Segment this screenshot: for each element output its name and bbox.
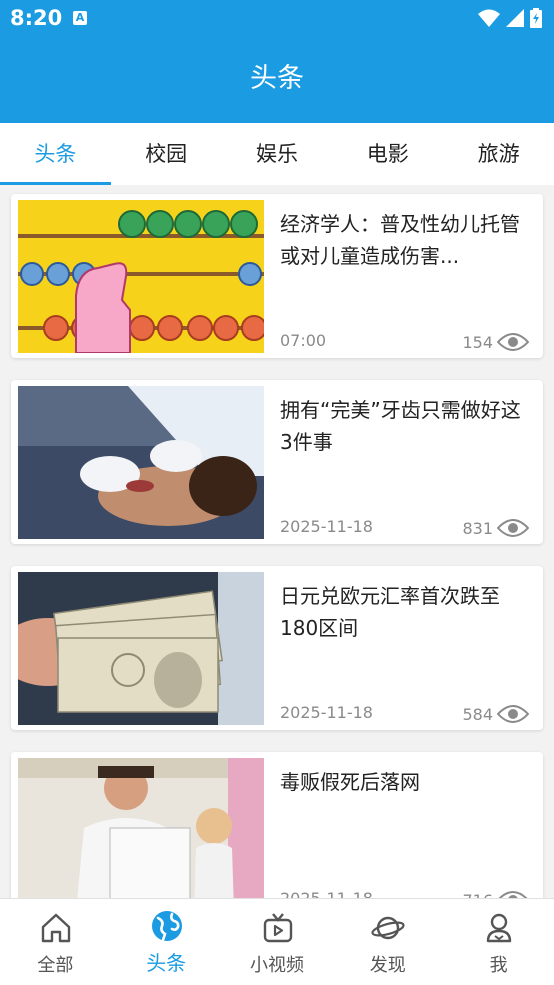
article-date: 2025-11-18: [280, 703, 373, 722]
article-title: 经济学人：普及性幼儿托管或对儿童造成伤害...: [280, 212, 520, 268]
article-thumbnail: [18, 200, 264, 353]
category-tabs: 头条 校园 娱乐 电影 旅游: [0, 123, 554, 185]
status-bar: 8:20 A: [0, 0, 554, 38]
news-card[interactable]: 日元兑欧元汇率首次跌至180区间 2025-11-18 584: [11, 566, 543, 730]
news-card[interactable]: 毒贩假死后落网 2025-11-18 716: [11, 752, 543, 898]
article-title: 拥有“完美”牙齿只需做好这3件事: [280, 398, 521, 454]
view-count: 154: [462, 332, 529, 352]
eye-icon: [497, 705, 529, 723]
article-thumbnail: [18, 758, 264, 898]
nav-label: 全部: [37, 955, 74, 976]
tab-campus[interactable]: 校园: [111, 123, 222, 185]
article-thumbnail: [18, 386, 264, 539]
tab-entertainment[interactable]: 娱乐: [222, 123, 333, 185]
article-date: 2025-11-18: [280, 517, 373, 536]
article-title: 毒贩假死后落网: [280, 770, 420, 794]
tab-movies[interactable]: 电影: [332, 123, 443, 185]
view-count: 584: [462, 704, 529, 724]
notification-icon: A: [73, 11, 87, 25]
view-count-value: 716: [462, 891, 493, 899]
app-bar: 头条: [0, 38, 554, 123]
status-icons: [478, 6, 542, 30]
tab-headlines[interactable]: 头条: [0, 123, 111, 185]
nav-item-headlines[interactable]: 头条: [111, 899, 222, 985]
article-date: 2025-11-18: [280, 889, 373, 898]
nav-item-short-video[interactable]: 小视频: [222, 899, 333, 985]
news-card[interactable]: 经济学人：普及性幼儿托管或对儿童造成伤害... 07:00 154: [11, 194, 543, 358]
nav-label: 我: [489, 955, 508, 976]
nav-label: 小视频: [249, 955, 304, 976]
user-icon: [486, 913, 512, 943]
view-count-value: 584: [462, 704, 493, 724]
eye-icon: [497, 333, 529, 351]
globe-icon: [151, 911, 182, 942]
battery-icon: [530, 8, 542, 28]
article-title: 日元兑欧元汇率首次跌至180区间: [280, 584, 500, 640]
news-card[interactable]: 拥有“完美”牙齿只需做好这3件事 2025-11-18 831: [11, 380, 543, 544]
view-count-value: 831: [462, 518, 493, 538]
view-count: 831: [462, 518, 529, 538]
nav-item-me[interactable]: 我: [443, 899, 554, 985]
bottom-nav: 全部 头条 小视频 发现 我: [0, 898, 554, 985]
signal-icon: [506, 9, 524, 27]
nav-label: 头条: [146, 951, 187, 975]
article-thumbnail: [18, 572, 264, 725]
news-feed[interactable]: 经济学人：普及性幼儿托管或对儿童造成伤害... 07:00 154 拥有“完美”…: [0, 185, 554, 898]
wifi-icon: [478, 9, 500, 27]
view-count: 716: [462, 890, 529, 898]
home-icon: [41, 913, 71, 943]
status-time: 8:20: [10, 6, 63, 30]
nav-item-all[interactable]: 全部: [0, 899, 111, 985]
page-title: 头条: [250, 63, 304, 94]
eye-icon: [498, 891, 528, 898]
view-count-value: 154: [462, 332, 493, 352]
tv-icon: [263, 913, 292, 943]
planet-icon: [371, 916, 405, 940]
eye-icon: [497, 519, 529, 537]
tab-travel[interactable]: 旅游: [443, 123, 554, 185]
nav-item-discover[interactable]: 发现: [332, 899, 443, 985]
nav-label: 发现: [369, 955, 406, 976]
article-date: 07:00: [280, 331, 327, 350]
